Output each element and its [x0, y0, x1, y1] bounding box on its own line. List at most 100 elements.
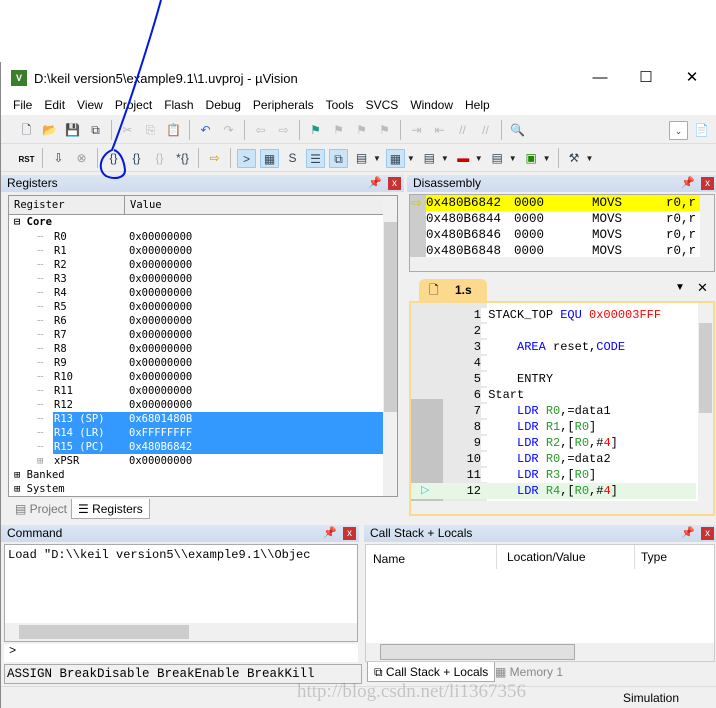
- clear-bookmarks-icon[interactable]: ⚑: [375, 121, 394, 140]
- code-line[interactable]: ▷ 12 LDR R4,[R0,#4]: [411, 483, 696, 499]
- close-button[interactable]: ✕: [669, 66, 715, 90]
- register-row[interactable]: ┈ R1 0x00000000: [9, 244, 381, 258]
- comment-icon[interactable]: //: [453, 121, 472, 140]
- register-row[interactable]: ┈ R6 0x00000000: [9, 314, 381, 328]
- menu-file[interactable]: File: [1, 98, 38, 112]
- register-value[interactable]: 0x00000000: [129, 258, 192, 272]
- watch-window-icon[interactable]: ▤: [352, 149, 371, 168]
- register-value[interactable]: 0x00000000: [129, 384, 192, 398]
- close-panel-icon[interactable]: x: [701, 177, 714, 190]
- tree-node-banked[interactable]: ⊞ Banked: [14, 468, 65, 482]
- tree-node-core[interactable]: ⊟ Core: [14, 216, 52, 228]
- register-row[interactable]: ┈ R9 0x00000000: [9, 356, 381, 370]
- command-input[interactable]: >: [4, 644, 358, 662]
- call-stack-window-icon[interactable]: ⧉: [329, 148, 348, 168]
- register-row[interactable]: ┈ R13 (SP) 0x6801480B: [37, 412, 383, 426]
- analysis-window-icon[interactable]: ▬: [454, 149, 473, 168]
- register-row[interactable]: ⊞ xPSR 0x00000000: [9, 454, 381, 468]
- col-value[interactable]: Value: [124, 196, 162, 215]
- tab-list-dropdown-icon[interactable]: ▼: [675, 282, 685, 293]
- close-panel-icon[interactable]: x: [388, 177, 401, 190]
- code-line[interactable]: 9 LDR R2,[R0,#4]: [411, 435, 691, 451]
- menu-svcs[interactable]: SVCS: [360, 98, 405, 112]
- step-over-icon[interactable]: {}: [127, 149, 146, 168]
- system-viewer-icon[interactable]: ▣: [522, 149, 541, 168]
- disassembly-window-icon[interactable]: ▦: [260, 148, 279, 168]
- register-value[interactable]: 0x00000000: [129, 454, 192, 468]
- menu-view[interactable]: View: [71, 98, 109, 112]
- code-line[interactable]: 4: [411, 355, 691, 371]
- bookmark-icon[interactable]: ⚑: [306, 121, 325, 140]
- minimize-button[interactable]: —: [577, 66, 623, 90]
- register-row[interactable]: ┈ R5 0x00000000: [9, 300, 381, 314]
- command-hscroll[interactable]: [5, 623, 357, 641]
- menu-debug[interactable]: Debug: [200, 98, 247, 112]
- uncomment-icon[interactable]: //: [476, 121, 495, 140]
- register-value[interactable]: 0x00000000: [129, 342, 192, 356]
- col-name[interactable]: Name: [373, 552, 405, 566]
- register-row[interactable]: ┈ R14 (LR) 0xFFFFFFFF: [37, 426, 383, 440]
- disassembly-row[interactable]: 0x480B6844 0000 MOVS r0,r: [426, 211, 700, 227]
- col-type[interactable]: Type: [634, 545, 667, 569]
- maximize-button[interactable]: ☐: [623, 66, 669, 90]
- open-file-icon[interactable]: 📂: [40, 121, 59, 140]
- menu-window[interactable]: Window: [404, 98, 459, 112]
- col-location-value[interactable]: Location/Value: [496, 545, 586, 569]
- register-row[interactable]: ┈ R4 0x00000000: [9, 286, 381, 300]
- new-file-icon[interactable]: 🗋: [17, 121, 36, 140]
- next-bookmark-icon[interactable]: ⚑: [352, 121, 371, 140]
- register-value[interactable]: 0xFFFFFFFF: [129, 426, 192, 440]
- tree-node-system[interactable]: ⊞ System: [14, 482, 65, 496]
- pin-icon[interactable]: 📌: [368, 175, 382, 192]
- register-row[interactable]: ┈ R11 0x00000000: [9, 384, 381, 398]
- disassembly-vscroll[interactable]: [700, 195, 714, 257]
- copy-icon[interactable]: ⎘: [141, 121, 160, 140]
- register-value[interactable]: 0x6801480B: [129, 412, 192, 426]
- menu-edit[interactable]: Edit: [38, 98, 71, 112]
- register-value[interactable]: 0x00000000: [129, 272, 192, 286]
- stop-icon[interactable]: ⊗: [72, 149, 91, 168]
- pin-icon[interactable]: 📌: [323, 525, 337, 542]
- code-line[interactable]: 2: [411, 323, 691, 339]
- register-value[interactable]: 0x00000000: [129, 300, 192, 314]
- editor-vscroll[interactable]: [698, 303, 713, 501]
- cut-icon[interactable]: ✂: [118, 121, 137, 140]
- run-icon[interactable]: ⇩: [49, 149, 68, 168]
- indent-icon[interactable]: ⇥: [407, 121, 426, 140]
- pin-icon[interactable]: 📌: [681, 175, 695, 192]
- code-line[interactable]: 11 LDR R3,[R0]: [411, 467, 691, 483]
- disassembly-hscroll[interactable]: [410, 257, 714, 271]
- register-value[interactable]: 0x00000000: [129, 356, 192, 370]
- find-dropdown[interactable]: ⌄: [669, 120, 688, 140]
- code-line[interactable]: 6 Start: [411, 387, 691, 403]
- navigate-back-icon[interactable]: ⇦: [251, 121, 270, 140]
- register-value[interactable]: 0x00000000: [129, 230, 192, 244]
- code-line[interactable]: 3 AREA reset,CODE: [411, 339, 691, 355]
- close-panel-icon[interactable]: x: [701, 527, 714, 540]
- reset-button[interactable]: RST: [17, 149, 36, 168]
- register-row[interactable]: ┈ R10 0x00000000: [9, 370, 381, 384]
- code-editor[interactable]: 1 STACK_TOP EQU 0x00003FFF 2 3 AREA reset…: [409, 301, 715, 516]
- save-all-icon[interactable]: ⧉: [86, 121, 105, 140]
- paste-icon[interactable]: 📋: [164, 121, 183, 140]
- redo-icon[interactable]: ↷: [219, 121, 238, 140]
- register-value[interactable]: 0x00000000: [129, 398, 192, 412]
- col-register[interactable]: Register: [14, 196, 65, 215]
- run-to-cursor-icon[interactable]: *{}: [173, 149, 192, 168]
- disassembly-row[interactable]: 0x480B6846 0000 MOVS r0,r: [426, 227, 700, 243]
- close-panel-icon[interactable]: x: [343, 527, 356, 540]
- register-row[interactable]: ┈ R0 0x00000000: [9, 230, 381, 244]
- prev-bookmark-icon[interactable]: ⚑: [329, 121, 348, 140]
- close-tab-icon[interactable]: ✕: [697, 280, 708, 296]
- menu-flash[interactable]: Flash: [158, 98, 199, 112]
- code-line[interactable]: 1 STACK_TOP EQU 0x00003FFF: [411, 307, 691, 323]
- navigate-forward-icon[interactable]: ⇨: [274, 121, 293, 140]
- editor-hscroll[interactable]: [411, 501, 713, 514]
- toolbox-icon[interactable]: ⚒: [565, 149, 584, 168]
- registers-scrollbar[interactable]: [383, 196, 397, 496]
- tab-registers[interactable]: ☰ Registers: [71, 499, 150, 519]
- register-value[interactable]: 0x00000000: [129, 314, 192, 328]
- undo-icon[interactable]: ↶: [196, 121, 215, 140]
- step-into-icon[interactable]: {}: [104, 149, 123, 168]
- registers-window-icon[interactable]: ☰: [306, 148, 325, 168]
